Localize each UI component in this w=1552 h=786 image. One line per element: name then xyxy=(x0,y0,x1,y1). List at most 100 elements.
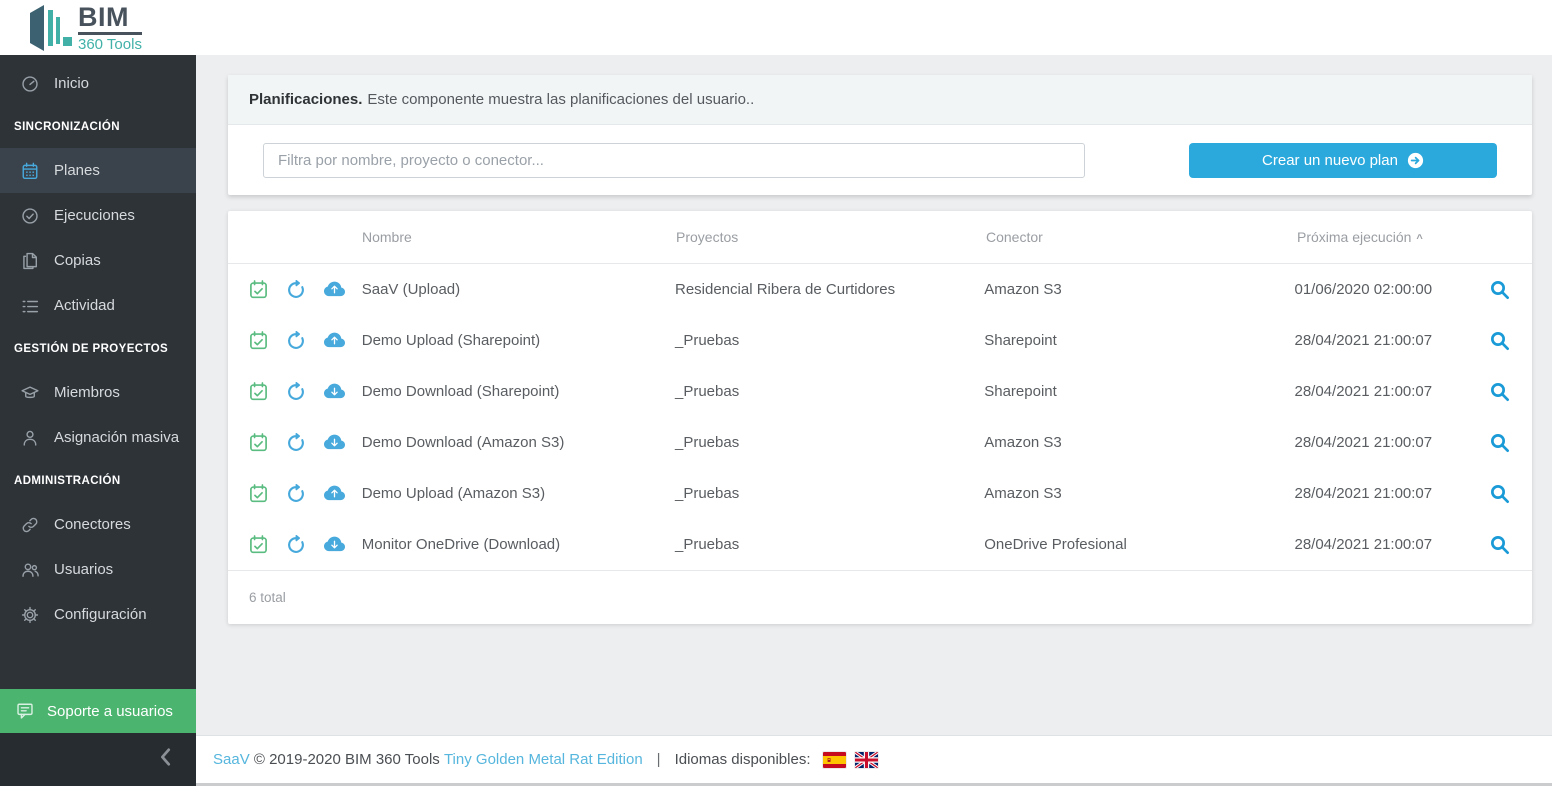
sidebar-item-label: Usuarios xyxy=(54,561,113,578)
sidebar-item-ejecuciones[interactable]: Ejecuciones xyxy=(0,193,196,238)
cloud-upload-icon[interactable] xyxy=(324,483,345,504)
total-count: 6 total xyxy=(249,590,286,605)
row-actions xyxy=(228,330,362,351)
page-description: Este componente muestra las planificacio… xyxy=(367,91,754,108)
row-actions xyxy=(228,279,362,300)
header-conector[interactable]: Conector xyxy=(986,229,1297,245)
cloud-download-icon[interactable] xyxy=(324,432,345,453)
arrow-right-circle-icon xyxy=(1407,152,1424,169)
row-actions xyxy=(228,432,362,453)
sidebar-item-label: Inicio xyxy=(54,75,89,92)
sidebar-item-actividad[interactable]: Actividad xyxy=(0,283,196,328)
page-title: Planificaciones. xyxy=(249,91,362,108)
row-actions xyxy=(228,534,362,555)
refresh-icon[interactable] xyxy=(286,280,306,300)
main-content: Planificaciones. Este componente muestra… xyxy=(196,55,1552,786)
plan-next-run: 28/04/2021 21:00:07 xyxy=(1294,434,1490,451)
english-flag-icon[interactable] xyxy=(855,752,878,768)
create-plan-button[interactable]: Crear un nuevo plan xyxy=(1189,143,1497,178)
spanish-flag-icon[interactable] xyxy=(823,752,846,768)
cloud-upload-icon[interactable] xyxy=(324,330,345,351)
plans-toolbar: Crear un nuevo plan xyxy=(228,125,1532,195)
app-logo[interactable]: BIM 360 Tools xyxy=(28,4,142,52)
sidebar-item-asignacion-masiva[interactable]: Asignación masiva xyxy=(0,415,196,460)
plan-connector: Sharepoint xyxy=(984,332,1294,349)
sidebar-item-label: Planes xyxy=(54,162,100,179)
gear-icon xyxy=(21,606,39,624)
edition-link[interactable]: Tiny Golden Metal Rat Edition xyxy=(444,751,643,768)
graduation-cap-icon xyxy=(21,384,39,402)
sidebar-collapse[interactable] xyxy=(0,733,196,786)
plan-next-run: 28/04/2021 21:00:07 xyxy=(1294,383,1490,400)
table-row: Demo Download (Amazon S3) _Pruebas Amazo… xyxy=(228,417,1532,468)
sidebar-item-inicio[interactable]: Inicio xyxy=(0,61,196,106)
header-proxima-ejecucion[interactable]: Próxima ejecución^ xyxy=(1297,229,1493,245)
sidebar-item-soporte[interactable]: Soporte a usuarios xyxy=(0,689,196,733)
search-icon[interactable] xyxy=(1490,280,1510,300)
plan-project: _Pruebas xyxy=(675,536,984,553)
sidebar-item-copias[interactable]: Copias xyxy=(0,238,196,283)
sidebar-item-planes[interactable]: Planes xyxy=(0,148,196,193)
search-icon[interactable] xyxy=(1490,382,1510,402)
calendar-check-icon[interactable] xyxy=(249,331,268,350)
filter-input[interactable] xyxy=(263,143,1085,178)
calendar-check-icon[interactable] xyxy=(249,280,268,299)
logo-text: BIM 360 Tools xyxy=(78,4,142,52)
plan-project: Residencial Ribera de Curtidores xyxy=(675,281,984,298)
copy-icon xyxy=(21,252,39,270)
check-circle-icon xyxy=(21,207,39,225)
row-actions xyxy=(228,483,362,504)
plans-table: Nombre Proyectos Conector Próxima ejecuc… xyxy=(228,211,1532,624)
header-nombre[interactable]: Nombre xyxy=(362,229,676,245)
table-row: Demo Upload (Amazon S3) _Pruebas Amazon … xyxy=(228,468,1532,519)
refresh-icon[interactable] xyxy=(286,535,306,555)
table-footer: 6 total xyxy=(228,570,1532,624)
plan-name: Demo Download (Sharepoint) xyxy=(362,383,675,400)
table-row: Demo Download (Sharepoint) _Pruebas Shar… xyxy=(228,366,1532,417)
calendar-check-icon[interactable] xyxy=(249,484,268,503)
row-actions xyxy=(228,381,362,402)
search-icon[interactable] xyxy=(1490,433,1510,453)
plan-project: _Pruebas xyxy=(675,434,984,451)
plan-connector: Amazon S3 xyxy=(984,434,1294,451)
sidebar-item-miembros[interactable]: Miembros xyxy=(0,370,196,415)
cloud-download-icon[interactable] xyxy=(324,534,345,555)
sidebar: Inicio SINCRONIZACIÓN Planes Ejecuciones… xyxy=(0,55,196,786)
plan-connector: Amazon S3 xyxy=(984,281,1294,298)
cloud-upload-icon[interactable] xyxy=(324,279,345,300)
search-icon[interactable] xyxy=(1490,535,1510,555)
search-icon[interactable] xyxy=(1490,331,1510,351)
refresh-icon[interactable] xyxy=(286,484,306,504)
refresh-icon[interactable] xyxy=(286,433,306,453)
logo-subtitle: 360 Tools xyxy=(78,37,142,52)
plan-project: _Pruebas xyxy=(675,485,984,502)
sort-asc-icon: ^ xyxy=(1416,233,1422,245)
plan-name: SaaV (Upload) xyxy=(362,281,675,298)
table-row: Demo Upload (Sharepoint) _Pruebas Sharep… xyxy=(228,315,1532,366)
chat-bubble-icon xyxy=(16,702,34,720)
search-icon[interactable] xyxy=(1490,484,1510,504)
sidebar-item-conectores[interactable]: Conectores xyxy=(0,502,196,547)
page-footer: SaaV © 2019-2020 BIM 360 Tools Tiny Gold… xyxy=(196,735,1552,786)
refresh-icon[interactable] xyxy=(286,382,306,402)
footer-separator: | xyxy=(657,751,661,768)
chevron-left-icon xyxy=(158,747,174,772)
logo-title: BIM xyxy=(78,4,142,35)
refresh-icon[interactable] xyxy=(286,331,306,351)
calendar-check-icon[interactable] xyxy=(249,382,268,401)
calendar-icon xyxy=(21,162,39,180)
calendar-check-icon[interactable] xyxy=(249,433,268,452)
header-proyectos[interactable]: Proyectos xyxy=(676,229,986,245)
sidebar-item-usuarios[interactable]: Usuarios xyxy=(0,547,196,592)
calendar-check-icon[interactable] xyxy=(249,535,268,554)
sidebar-item-configuracion[interactable]: Configuración xyxy=(0,592,196,637)
plan-name: Demo Download (Amazon S3) xyxy=(362,434,675,451)
plan-project: _Pruebas xyxy=(675,332,984,349)
bim-logo-icon xyxy=(28,4,72,52)
cloud-download-icon[interactable] xyxy=(324,381,345,402)
table-header-row: Nombre Proyectos Conector Próxima ejecuc… xyxy=(228,211,1532,264)
link-icon xyxy=(21,516,39,534)
gauge-icon xyxy=(21,75,39,93)
sidebar-section-administracion: ADMINISTRACIÓN xyxy=(0,460,196,502)
saav-link[interactable]: SaaV xyxy=(213,751,250,768)
